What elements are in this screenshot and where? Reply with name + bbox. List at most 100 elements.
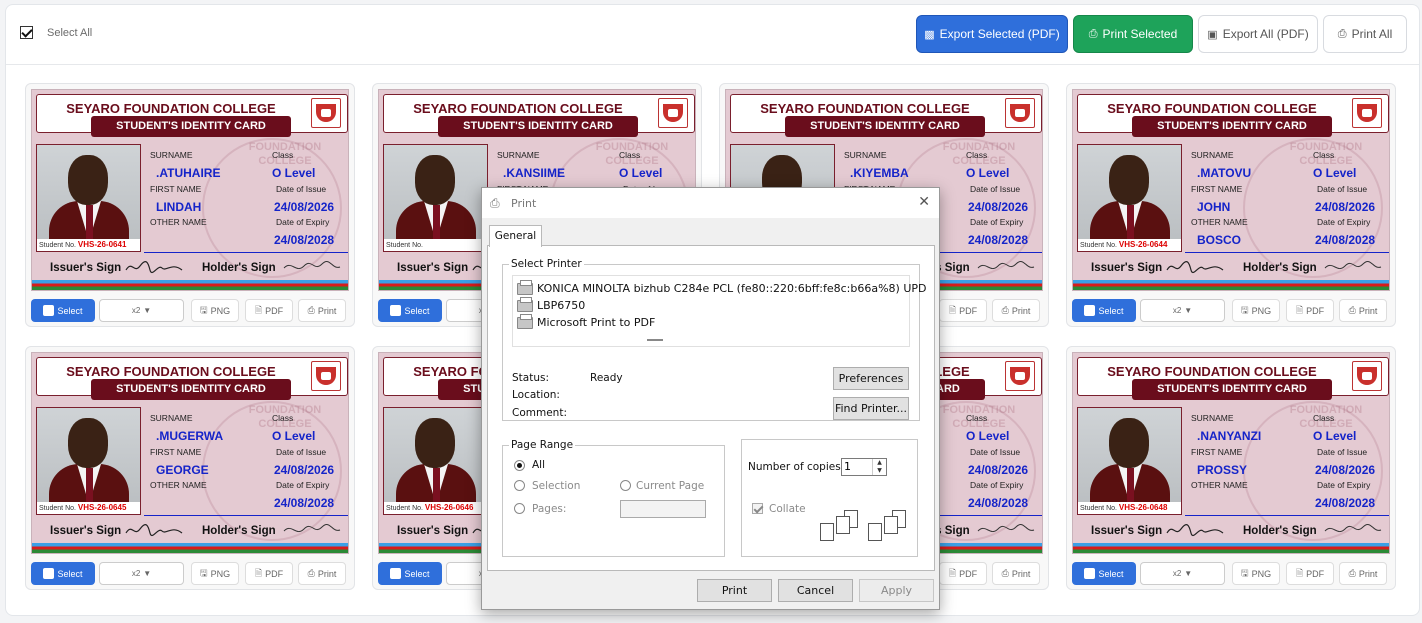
print-label: Print bbox=[1011, 305, 1031, 316]
find-printer-button[interactable]: Find Printer... bbox=[833, 397, 909, 420]
export-selected-pdf-button[interactable]: ▩ Export Selected (PDF) bbox=[916, 15, 1068, 53]
class-label: Class bbox=[966, 150, 988, 160]
print-selected-button[interactable]: ⎙ Print Selected bbox=[1073, 15, 1193, 53]
card-controls: Selectx2▼ 🖫PNG 🗎PDF⎙Print bbox=[31, 299, 349, 323]
select-button[interactable]: Select bbox=[1072, 562, 1136, 585]
select-button[interactable]: Select bbox=[378, 299, 442, 322]
pdf-button[interactable]: 🗎PDF bbox=[939, 562, 987, 585]
pages-label: Pages: bbox=[532, 503, 567, 515]
print-card-button[interactable]: ⎙Print bbox=[1339, 299, 1387, 322]
student-no-value: VHS-26-0648 bbox=[1118, 503, 1168, 512]
first-name-label: FIRST NAME bbox=[150, 447, 202, 457]
select-all-label: Select All bbox=[47, 26, 93, 39]
png-button[interactable]: 🖫PNG bbox=[191, 562, 239, 585]
holder-sign-label: Holder's Sign bbox=[1243, 525, 1317, 537]
scrollbar-thumb[interactable] bbox=[647, 339, 663, 341]
school-crest-icon bbox=[1352, 361, 1382, 391]
other-name-value: BOSCO bbox=[1197, 233, 1242, 247]
scale-select[interactable]: x2▼ bbox=[99, 562, 184, 585]
student-number: Student No. VHS-26-0648 bbox=[1078, 502, 1181, 514]
pdf-button[interactable]: 🗎PDF bbox=[1286, 299, 1334, 322]
print-button[interactable]: Print bbox=[697, 579, 772, 602]
checkbox-icon[interactable] bbox=[43, 568, 55, 579]
all-radio[interactable] bbox=[514, 460, 525, 471]
card-controls: Selectx2▼ 🖫PNG 🗎PDF⎙Print bbox=[1072, 299, 1390, 323]
expiry-label: Date of Expiry bbox=[276, 217, 330, 227]
print-selected-label: Print Selected bbox=[1102, 27, 1178, 41]
select-label: Select bbox=[57, 568, 83, 579]
face bbox=[415, 155, 455, 205]
print-label: Print bbox=[1358, 568, 1378, 579]
checkbox-icon[interactable] bbox=[1084, 568, 1096, 579]
surname-label: SURNAME bbox=[844, 150, 887, 160]
holder-signature bbox=[977, 524, 1035, 533]
png-button[interactable]: 🖫PNG bbox=[1232, 562, 1280, 585]
current-page-radio[interactable] bbox=[620, 480, 631, 491]
expiry-value: 24/08/2028 bbox=[274, 496, 335, 510]
checkbox-icon[interactable] bbox=[43, 305, 55, 316]
print-card-button[interactable]: ⎙Print bbox=[992, 299, 1040, 322]
box-icon: ▣ bbox=[1207, 28, 1218, 41]
select-button[interactable]: Select bbox=[31, 299, 95, 322]
student-photo: Student No. VHS-26-0645 bbox=[36, 407, 141, 515]
selection-radio[interactable] bbox=[514, 480, 525, 491]
printer-icon bbox=[517, 296, 533, 312]
print-card-button[interactable]: ⎙Print bbox=[1339, 562, 1387, 585]
page-range-group: Page Range bbox=[502, 439, 725, 557]
issue-label: Date of Issue bbox=[1317, 447, 1368, 457]
surname-label: SURNAME bbox=[1191, 413, 1234, 423]
cancel-button[interactable]: Cancel bbox=[778, 579, 853, 602]
preferences-button[interactable]: Preferences bbox=[833, 367, 909, 390]
printer-item-selected[interactable]: Microsoft Print to PDF bbox=[517, 313, 655, 329]
toolbar: Select All ▩ Export Selected (PDF) ⎙ Pri… bbox=[6, 5, 1419, 65]
printer-name: KONICA MINOLTA bizhub C284e PCL (fe80::2… bbox=[537, 282, 927, 295]
checkbox-icon[interactable] bbox=[1084, 305, 1096, 316]
surname-value: .KIYEMBA bbox=[850, 166, 909, 180]
print-all-button[interactable]: ⎙ Print All bbox=[1323, 15, 1407, 53]
pages-radio[interactable] bbox=[514, 503, 525, 514]
class-value: O Level bbox=[619, 166, 663, 180]
pdf-label: PDF bbox=[265, 568, 284, 579]
print-label: Print bbox=[1011, 568, 1031, 579]
select-button[interactable]: Select bbox=[378, 562, 442, 585]
png-button[interactable]: 🖫PNG bbox=[191, 299, 239, 322]
printer-item[interactable]: LBP6750 bbox=[517, 296, 585, 312]
pages-input[interactable] bbox=[620, 500, 706, 518]
expiry-label: Date of Expiry bbox=[970, 217, 1024, 227]
printer-list[interactable]: KONICA MINOLTA bizhub C284e PCL (fe80::2… bbox=[512, 275, 927, 347]
spin-arrows-icon[interactable]: ▲ ▼ bbox=[872, 459, 886, 475]
print-card-button[interactable]: ⎙Print bbox=[298, 562, 346, 585]
copies-stepper[interactable]: 1 ▲ ▼ bbox=[841, 458, 887, 476]
collate-label: Collate bbox=[769, 503, 806, 515]
divider bbox=[1185, 252, 1389, 253]
select-printer-legend: Select Printer bbox=[511, 258, 582, 270]
collate-checkbox[interactable] bbox=[752, 503, 763, 514]
scale-select[interactable]: x2▼ bbox=[1140, 299, 1225, 322]
print-card-button[interactable]: ⎙Print bbox=[298, 299, 346, 322]
scale-select[interactable]: x2▼ bbox=[99, 299, 184, 322]
export-all-label: Export All (PDF) bbox=[1222, 27, 1309, 41]
close-icon[interactable]: ✕ bbox=[918, 194, 930, 210]
file-icon: 🗎 bbox=[1295, 304, 1304, 315]
issuer-sign-label: Issuer's Sign bbox=[1091, 262, 1163, 274]
checkbox-icon[interactable] bbox=[20, 26, 33, 39]
printer-item[interactable]: KONICA MINOLTA bizhub C284e PCL (fe80::2… bbox=[517, 279, 927, 295]
printer-icon: ⎙ bbox=[490, 196, 500, 210]
apply-button[interactable]: Apply bbox=[859, 579, 934, 602]
print-card-button[interactable]: ⎙Print bbox=[992, 562, 1040, 585]
select-all-checkbox[interactable]: Select All bbox=[20, 26, 92, 39]
tab-general[interactable]: General bbox=[489, 225, 542, 247]
pdf-button[interactable]: 🗎PDF bbox=[939, 299, 987, 322]
checkbox-icon[interactable] bbox=[390, 305, 402, 316]
pdf-button[interactable]: 🗎PDF bbox=[245, 299, 293, 322]
pdf-button[interactable]: 🗎PDF bbox=[245, 562, 293, 585]
checkbox-icon[interactable] bbox=[390, 568, 402, 579]
flag-stripes bbox=[32, 280, 348, 290]
select-button[interactable]: Select bbox=[1072, 299, 1136, 322]
export-all-pdf-button[interactable]: ▣ Export All (PDF) bbox=[1198, 15, 1318, 53]
id-card: FOUNDATION COLLEGESEYARO FOUNDATION COLL… bbox=[31, 352, 349, 554]
select-button[interactable]: Select bbox=[31, 562, 95, 585]
scale-select[interactable]: x2▼ bbox=[1140, 562, 1225, 585]
pdf-button[interactable]: 🗎PDF bbox=[1286, 562, 1334, 585]
png-button[interactable]: 🖫PNG bbox=[1232, 299, 1280, 322]
